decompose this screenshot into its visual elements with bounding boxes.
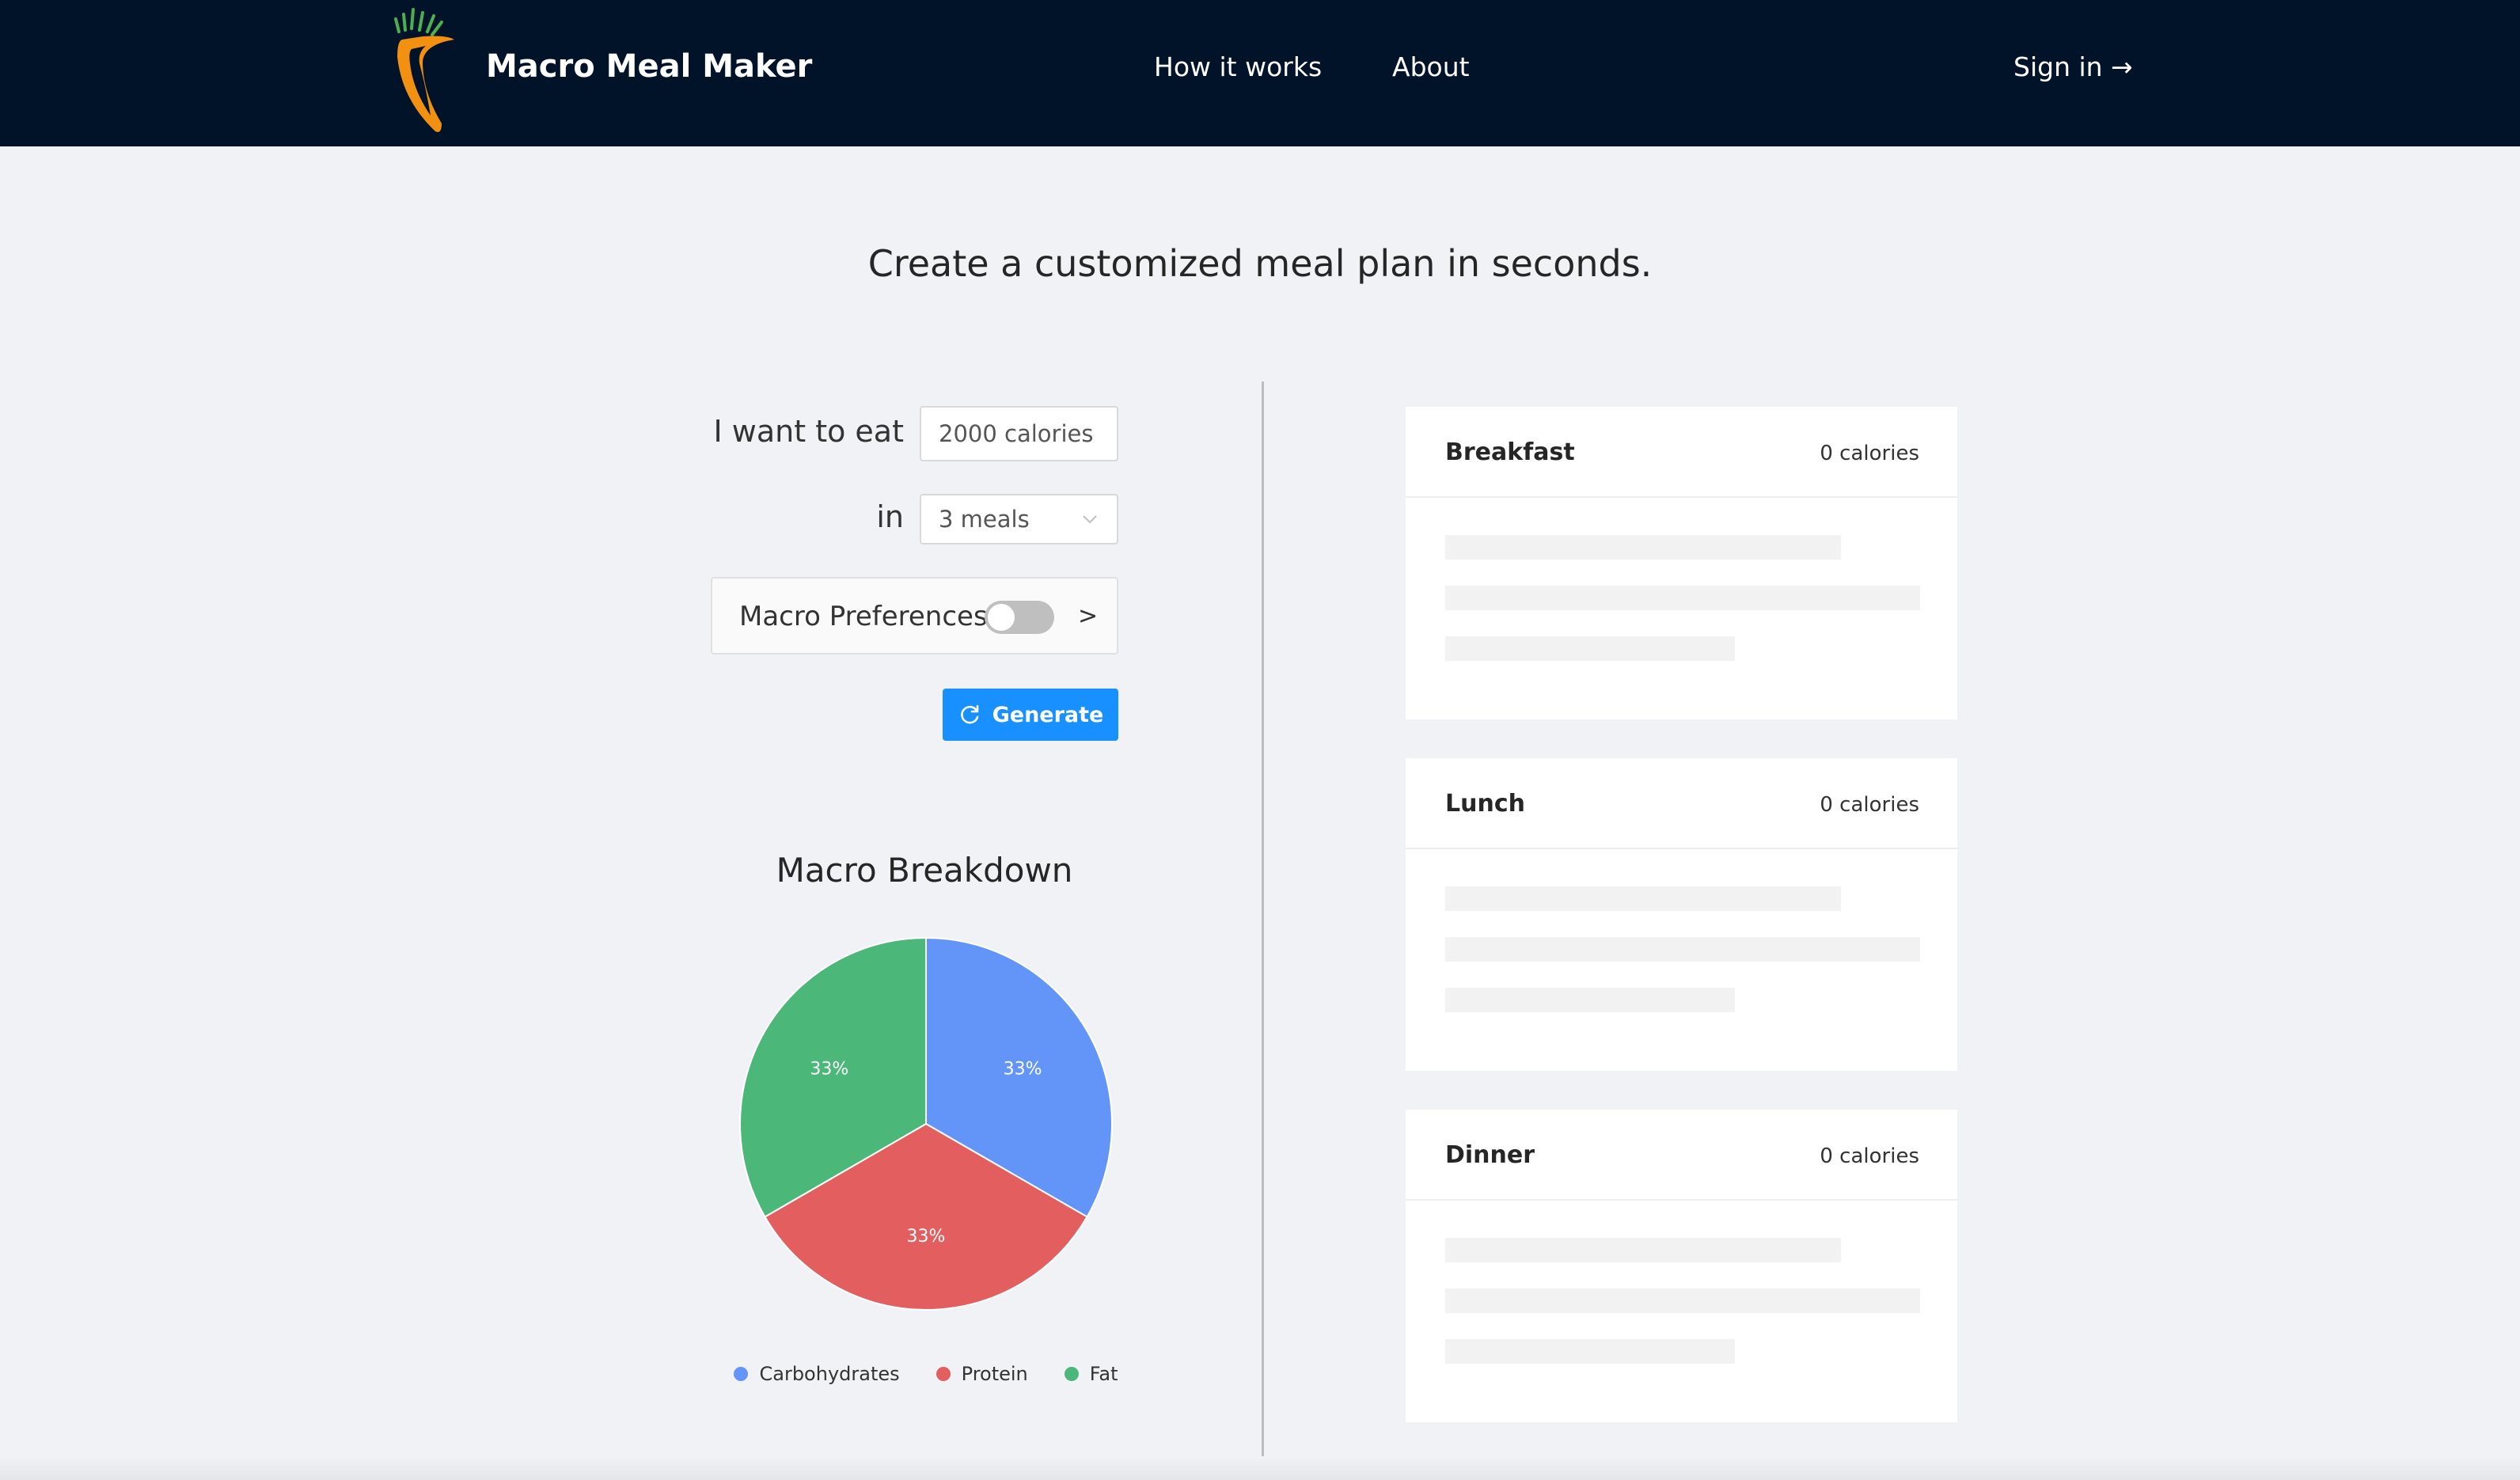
meal-title: Breakfast [1445, 438, 1575, 466]
skeleton-line [1445, 937, 1920, 962]
calories-input[interactable] [920, 406, 1118, 461]
nav-how-it-works[interactable]: How it works [1154, 47, 1322, 87]
carrot-logo-icon[interactable] [391, 5, 462, 135]
generate-button-label: Generate [992, 702, 1104, 727]
skeleton-line [1445, 1238, 1841, 1262]
legend-item-carbohydrates[interactable]: Carbohydrates [734, 1363, 900, 1385]
legend-item-protein[interactable]: Protein [936, 1363, 1028, 1385]
meal-title: Dinner [1445, 1141, 1535, 1169]
nav-about[interactable]: About [1392, 47, 1470, 87]
meals-select-value: 3 meals [939, 506, 1030, 533]
pie-slice-label: 33% [1004, 1060, 1042, 1080]
legend-label: Carbohydrates [759, 1363, 900, 1385]
legend-label: Fat [1089, 1363, 1118, 1385]
macro-preferences-toggle[interactable] [985, 601, 1054, 634]
skeleton-line [1445, 535, 1841, 560]
sign-in-link[interactable]: Sign in → [2013, 47, 2133, 87]
meal-card-header: Breakfast 0 calories [1406, 407, 1957, 498]
meal-card-lunch: Lunch 0 calories [1406, 758, 1957, 1071]
skeleton-line [1445, 636, 1735, 661]
skeleton-line [1445, 1339, 1735, 1364]
meal-calories: 0 calories [1820, 442, 1919, 465]
chevron-right-icon[interactable]: > [1078, 602, 1098, 631]
legend-dot-icon [936, 1367, 951, 1381]
eat-label: I want to eat [713, 414, 904, 449]
legend-dot-icon [734, 1367, 749, 1381]
macro-preferences-panel[interactable]: Macro Preferences > [711, 577, 1118, 655]
chevron-down-icon [1083, 515, 1097, 524]
meal-card-header: Lunch 0 calories [1406, 758, 1957, 849]
page-bottom-edge [0, 1456, 2520, 1480]
chart-legend: Carbohydrates Protein Fat [728, 1363, 1124, 1385]
top-nav-bar: Macro Meal Maker How it works About Sign… [0, 0, 2520, 146]
legend-dot-icon [1064, 1367, 1079, 1381]
pie-slice-label: 33% [810, 1060, 848, 1080]
skeleton-line [1445, 886, 1841, 911]
chart-title: Macro Breakdown [776, 851, 1073, 890]
meal-card-breakfast: Breakfast 0 calories [1406, 407, 1957, 719]
skeleton-line [1445, 1288, 1920, 1313]
pie-slice-label: 33% [907, 1227, 946, 1247]
in-label: in [876, 499, 904, 534]
toggle-knob [988, 604, 1015, 631]
meal-card-header: Dinner 0 calories [1406, 1110, 1957, 1201]
skeleton-line [1445, 586, 1920, 610]
macro-preferences-label: Macro Preferences [739, 601, 988, 632]
column-divider [1262, 381, 1264, 1458]
legend-label: Protein [961, 1363, 1028, 1385]
meal-title: Lunch [1445, 790, 1525, 818]
meal-calories: 0 calories [1820, 793, 1919, 817]
refresh-icon [960, 704, 978, 724]
generate-button[interactable]: Generate [943, 689, 1118, 741]
macro-pie-chart: 33% 33% 33% [739, 936, 1113, 1311]
meal-calories: 0 calories [1820, 1144, 1919, 1168]
page-tagline: Create a customized meal plan in seconds… [867, 242, 1653, 285]
brand-name[interactable]: Macro Meal Maker [486, 44, 812, 89]
meals-select[interactable]: 3 meals [920, 494, 1118, 545]
meal-card-dinner: Dinner 0 calories [1406, 1110, 1957, 1422]
skeleton-line [1445, 988, 1735, 1012]
legend-item-fat[interactable]: Fat [1064, 1363, 1118, 1385]
